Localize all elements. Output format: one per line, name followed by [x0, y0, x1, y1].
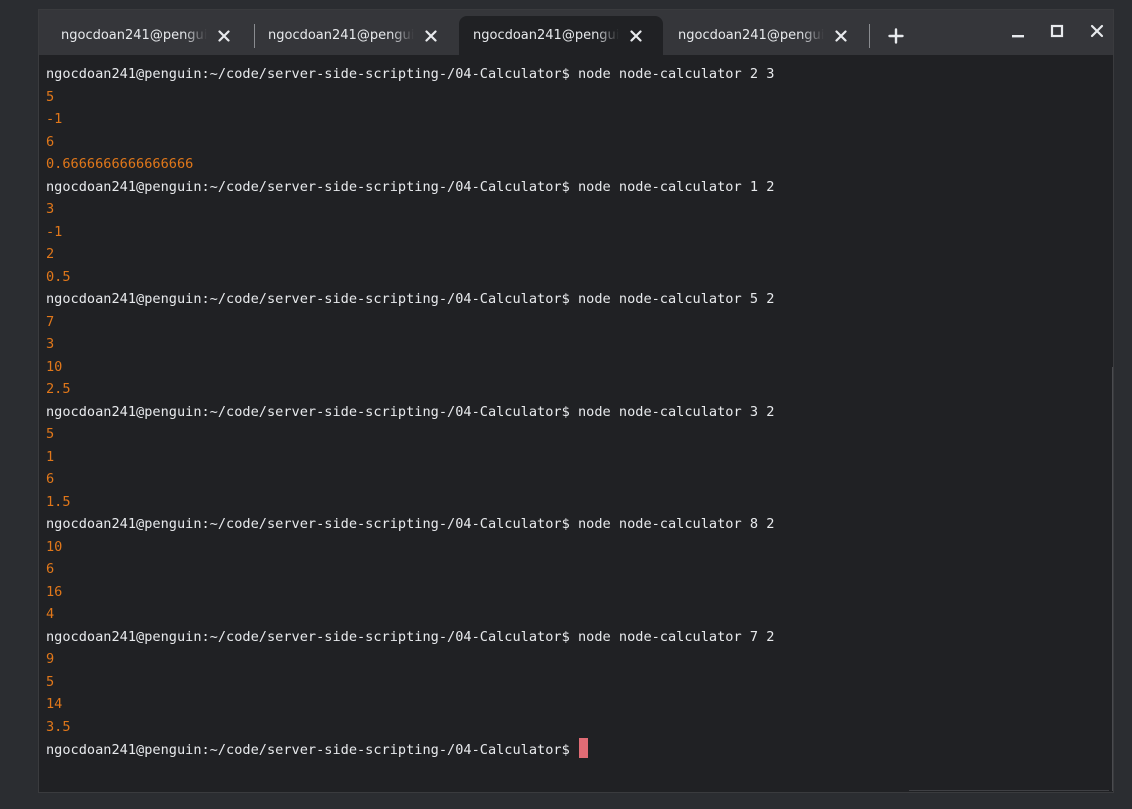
prompt-line: ngocdoan241@penguin:~/code/server-side-s…: [46, 626, 774, 649]
line-text: 2: [46, 246, 55, 262]
line-text: 5: [46, 673, 55, 690]
line-text: ngocdoan241@penguin:~/code/server-side-s…: [46, 628, 775, 645]
tab-title: ngocdoan241@penguin: ~/code/server-side-…: [473, 28, 619, 43]
line-text: ngocdoan241@penguin:~/code/server-side-s…: [46, 403, 775, 420]
minimize-button[interactable]: [1005, 18, 1031, 44]
tab-separator: [869, 24, 870, 48]
plus-icon: [888, 28, 904, 44]
output-line: 1: [46, 446, 774, 469]
output-line: 14: [46, 693, 774, 716]
line-text: 10: [46, 538, 63, 555]
close-icon[interactable]: [627, 27, 645, 45]
line-text: 7: [46, 313, 55, 330]
line-text: ngocdoan241@penguin:~/code/server-side-s…: [46, 178, 775, 195]
terminal-lines: ngocdoan241@penguin:~/code/server-side-s…: [46, 63, 774, 761]
output-line: 3: [46, 333, 774, 356]
new-tab-button[interactable]: [884, 24, 908, 48]
terminal-window: ngocdoan241@penguin: ~/code/server-side-…: [39, 10, 1113, 792]
output-line: 6: [46, 131, 774, 154]
tab-title: ngocdoan241@penguin: ~/code/server-side-…: [678, 28, 824, 43]
line-text: 10: [46, 358, 63, 375]
close-icon[interactable]: [422, 27, 440, 45]
scrollbar[interactable]: [1112, 367, 1113, 791]
output-line: 9: [46, 648, 774, 671]
line-text: -1: [46, 223, 63, 240]
minimize-icon: [1012, 35, 1024, 38]
tab-title: ngocdoan241@penguin: ~/code/server-side-…: [61, 28, 207, 43]
line-text: 1.5: [46, 493, 71, 510]
divider: [909, 790, 1109, 791]
maximize-button[interactable]: [1044, 18, 1070, 44]
text-cursor: [578, 738, 588, 758]
tab-2[interactable]: ngocdoan241@penguin: ~/code/server-side-…: [254, 16, 440, 55]
close-icon[interactable]: [215, 27, 233, 45]
line-text: 14: [46, 696, 63, 712]
output-line: -1: [46, 108, 774, 131]
line-text: 6: [46, 133, 55, 150]
line-text: 16: [46, 583, 63, 600]
output-line: 16: [46, 581, 774, 604]
output-line: -1: [46, 221, 774, 244]
output-line: 10: [46, 356, 774, 379]
output-line: 0.6666666666666666: [46, 153, 774, 176]
output-line: 3: [46, 198, 774, 221]
output-line: 5: [46, 423, 774, 446]
prompt-line: ngocdoan241@penguin:~/code/server-side-s…: [46, 176, 774, 199]
line-text: ngocdoan241@penguin:~/code/server-side-s…: [46, 516, 775, 532]
output-line: 5: [46, 671, 774, 694]
line-text: 2.5: [46, 381, 71, 397]
line-text: ngocdoan241@penguin:~/code/server-side-s…: [46, 291, 775, 307]
line-text: 4: [46, 606, 55, 622]
line-text: 9: [46, 651, 55, 667]
prompt-line: ngocdoan241@penguin:~/code/server-side-s…: [46, 513, 774, 536]
close-window-button[interactable]: [1084, 18, 1110, 44]
prompt-line: ngocdoan241@penguin:~/code/server-side-s…: [46, 401, 774, 424]
output-line: 7: [46, 311, 774, 334]
output-line: 4: [46, 603, 774, 626]
output-line: 2.5: [46, 378, 774, 401]
tab-3[interactable]: ngocdoan241@penguin: ~/code/server-side-…: [459, 16, 663, 55]
line-text: 3: [46, 336, 55, 352]
output-line: 5: [46, 86, 774, 109]
output-line: 3.5: [46, 716, 774, 739]
output-line: 1.5: [46, 491, 774, 514]
line-text: 5: [46, 426, 55, 442]
prompt-line: ngocdoan241@penguin:~/code/server-side-s…: [46, 63, 774, 86]
line-text: 3.5: [46, 718, 71, 735]
tab-1[interactable]: ngocdoan241@penguin: ~/code/server-side-…: [47, 16, 233, 55]
output-line: 6: [46, 468, 774, 491]
close-icon[interactable]: [832, 27, 850, 45]
tab-4[interactable]: ngocdoan241@penguin: ~/code/server-side-…: [664, 16, 850, 55]
output-line: 0.5: [46, 266, 774, 289]
output-line: 2: [46, 243, 774, 266]
line-text: 6: [46, 561, 55, 577]
output-line: 6: [46, 558, 774, 581]
maximize-icon: [1050, 24, 1064, 38]
output-line: 10: [46, 536, 774, 559]
line-text: 3: [46, 201, 55, 217]
prompt-line: ngocdoan241@penguin:~/code/server-side-s…: [46, 288, 774, 311]
line-text: -1: [46, 111, 63, 127]
close-icon: [1090, 24, 1104, 38]
line-text: 5: [46, 88, 55, 105]
terminal-output-area[interactable]: ngocdoan241@penguin:~/code/server-side-s…: [39, 55, 1113, 792]
line-text: 0.6666666666666666: [46, 156, 194, 172]
tab-bar: ngocdoan241@penguin: ~/code/server-side-…: [39, 10, 1113, 55]
line-text: ngocdoan241@penguin:~/code/server-side-s…: [46, 742, 578, 758]
line-text: 0.5: [46, 268, 71, 285]
line-text: ngocdoan241@penguin:~/code/server-side-s…: [46, 66, 775, 82]
tab-title: ngocdoan241@penguin: ~/code/server-side-…: [268, 28, 414, 43]
line-text: 1: [46, 448, 55, 465]
line-text: 6: [46, 471, 55, 487]
prompt-line: ngocdoan241@penguin:~/code/server-side-s…: [46, 738, 774, 761]
